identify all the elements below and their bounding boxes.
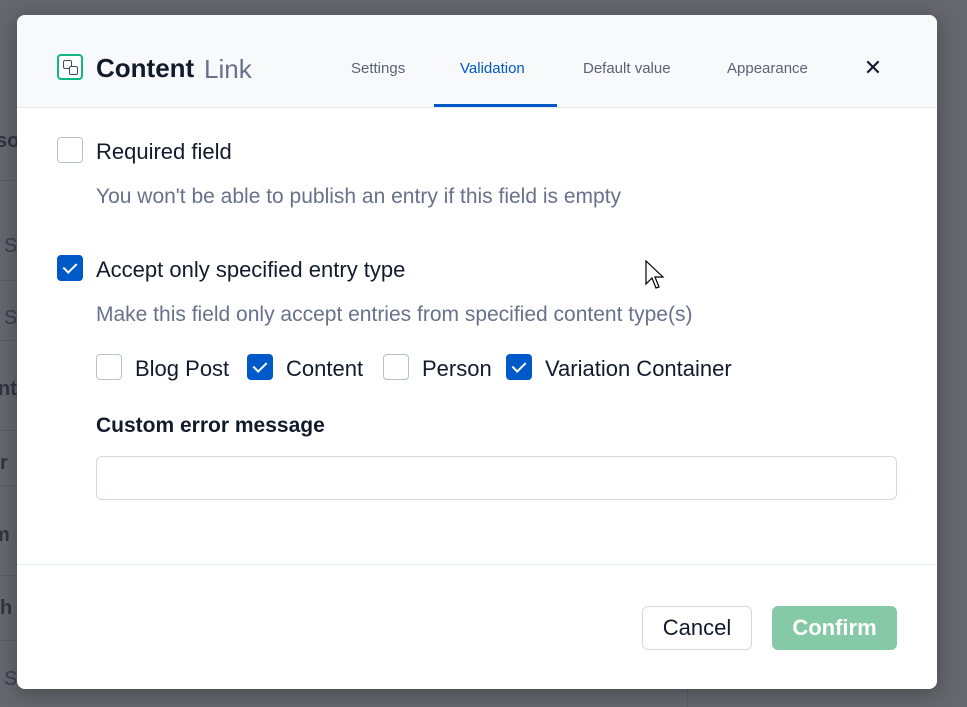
- entry-type-label[interactable]: Accept only specified entry type: [96, 257, 405, 283]
- option-content-checkbox[interactable]: [247, 354, 273, 380]
- option-content-label[interactable]: Content: [286, 356, 363, 382]
- cancel-button[interactable]: Cancel: [642, 606, 752, 650]
- mouse-cursor-icon: [645, 260, 665, 289]
- required-field-label[interactable]: Required field: [96, 139, 232, 165]
- footer-divider: [17, 564, 937, 565]
- option-blog-post-label[interactable]: Blog Post: [135, 356, 229, 382]
- confirm-button[interactable]: Confirm: [772, 606, 897, 650]
- tab-appearance[interactable]: Appearance: [727, 60, 808, 77]
- option-person-label[interactable]: Person: [422, 356, 492, 382]
- content-type-icon-part: [69, 66, 78, 75]
- close-icon[interactable]: ✕: [860, 55, 886, 81]
- tab-settings[interactable]: Settings: [351, 60, 405, 77]
- dialog-title: Content: [96, 53, 195, 83]
- tab-default-value[interactable]: Default value: [583, 60, 671, 77]
- entry-type-checkbox[interactable]: [57, 255, 83, 281]
- dialog-subtitle: Link: [204, 54, 252, 84]
- dialog-header: Content Link Settings Validation Default…: [17, 15, 937, 108]
- custom-error-input[interactable]: [96, 456, 897, 500]
- content-type-icon: [57, 54, 83, 80]
- tab-validation[interactable]: Validation: [460, 60, 525, 77]
- required-field-checkbox[interactable]: [57, 137, 83, 163]
- required-field-help: You won't be able to publish an entry if…: [96, 185, 622, 208]
- option-variation-container-label[interactable]: Variation Container: [545, 356, 732, 382]
- option-variation-container-checkbox[interactable]: [506, 354, 532, 380]
- active-tab-indicator: [434, 104, 557, 107]
- option-blog-post-checkbox[interactable]: [96, 354, 122, 380]
- field-settings-dialog: Content Link Settings Validation Default…: [17, 15, 937, 689]
- entry-type-help: Make this field only accept entries from…: [96, 303, 693, 326]
- custom-error-label: Custom error message: [96, 414, 325, 437]
- option-person-checkbox[interactable]: [383, 354, 409, 380]
